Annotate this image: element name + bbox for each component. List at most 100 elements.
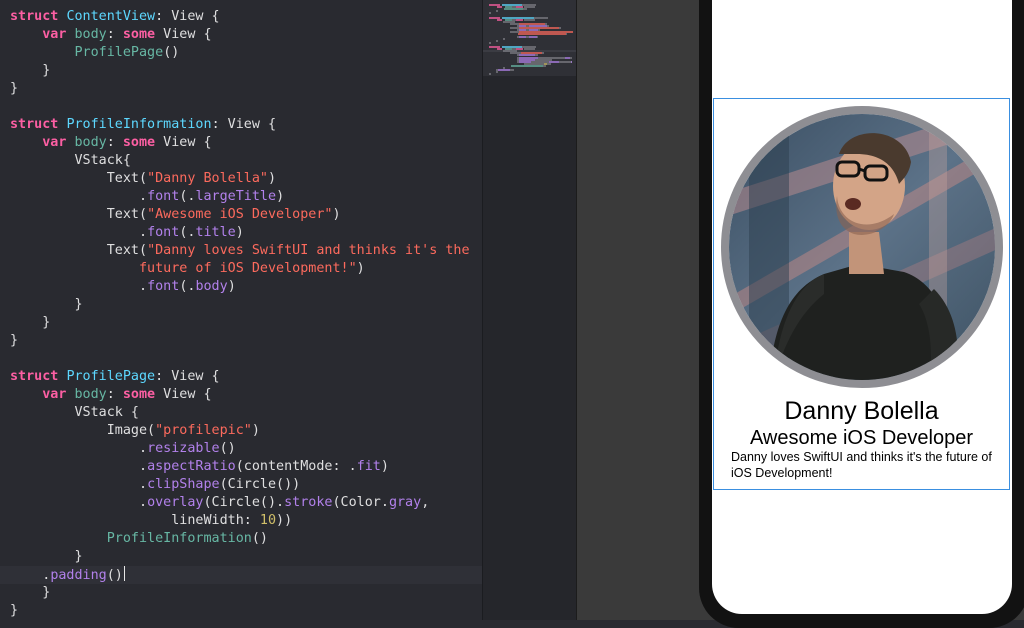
minimap-mark [569, 56, 572, 59]
minimap-mark [534, 16, 549, 19]
minimap-mark [489, 41, 491, 44]
code-token: , [421, 495, 430, 510]
code-token: : View { [211, 117, 277, 132]
code-token: struct [10, 9, 59, 24]
code-token: title [195, 225, 236, 240]
minimap-mark [542, 64, 547, 67]
code-token: } [10, 549, 83, 564]
code-token: 10 [259, 513, 277, 528]
code-token: body [74, 135, 107, 150]
code-token: VStack{ [10, 153, 131, 168]
code-token: View { [155, 27, 212, 42]
code-token: (contentMode: . [235, 459, 357, 474]
minimap-mark [515, 18, 523, 21]
code-token: body [74, 27, 107, 42]
minimap-mark [559, 60, 572, 63]
code-token: aspectRatio [147, 459, 236, 474]
code-token: } [10, 585, 51, 600]
minimap-mark [541, 52, 544, 55]
code-token: : View { [155, 369, 220, 384]
code-token: Image( [10, 423, 156, 438]
minimap-mark [547, 62, 551, 65]
code-token: font [147, 189, 180, 204]
code-line: .aspectRatio(contentMode: .fit) [10, 458, 389, 476]
code-token: } [10, 315, 51, 330]
code-token: . [10, 477, 148, 492]
code-token: (. [179, 189, 196, 204]
code-token: ) [227, 279, 236, 294]
code-token: padding [50, 568, 107, 583]
code-token: () [106, 568, 123, 583]
code-line: } [10, 296, 82, 314]
minimap-mark [565, 33, 568, 36]
minimap-mark [518, 35, 526, 38]
code-token: . [10, 279, 148, 294]
code-line: ProfilePage() [10, 44, 180, 62]
minimap-mark [497, 6, 503, 9]
code-line: lineWidth: 10)) [10, 512, 292, 530]
code-line: future of iOS Development!") [10, 260, 365, 278]
code-token: some [122, 135, 156, 150]
code-token: fit [356, 459, 381, 474]
code-line: struct ContentView: View { [10, 8, 220, 26]
code-token: some [122, 27, 156, 42]
code-token: } [10, 63, 51, 78]
code-token: () [251, 531, 268, 546]
code-line: Text("Awesome iOS Developer") [10, 206, 341, 224]
code-line: .font(.title) [10, 224, 244, 242]
code-token: body [195, 279, 228, 294]
code-line: Image("profilepic") [10, 422, 260, 440]
code-line: } [10, 332, 18, 350]
code-token: overlay [147, 495, 204, 510]
code-token: "Danny Bolella" [147, 171, 268, 186]
code-token: . [10, 459, 148, 474]
minimap-mark [524, 48, 535, 51]
code-line: Text("Danny loves SwiftUI and thinks it'… [10, 242, 470, 260]
code-token: (Color. [332, 495, 389, 510]
minimap-mark [503, 37, 505, 40]
minimap-mark [497, 18, 503, 21]
code-editor[interactable]: struct ContentView: View { var body: som… [0, 0, 482, 620]
code-token: } [10, 81, 19, 96]
code-token: body [74, 387, 107, 402]
code-token: View { [155, 135, 212, 150]
code-token: ContentView [66, 9, 156, 24]
code-token: lineWidth: [10, 513, 260, 528]
code-line: .font(.body) [10, 278, 236, 296]
code-token: ProfileInformation [66, 117, 212, 132]
code-token: . [10, 225, 148, 240]
code-line: struct ProfileInformation: View { [10, 116, 276, 134]
code-token: ) [251, 423, 260, 438]
code-line: .clipShape(Circle()) [10, 476, 300, 494]
code-token: () [163, 45, 180, 60]
code-token: VStack { [10, 405, 139, 420]
code-token: : [106, 27, 123, 42]
code-token: "Awesome iOS Developer" [147, 207, 333, 222]
code-token: ) [268, 171, 277, 186]
code-line: .font(.largeTitle) [10, 188, 284, 206]
code-token: : [106, 387, 123, 402]
code-token: some [122, 387, 156, 402]
code-line: var body: some View { [10, 386, 211, 404]
code-line: VStack { [10, 404, 139, 422]
code-token: stroke [284, 495, 333, 510]
minimap-mark [489, 73, 491, 76]
minimap-mark [559, 27, 562, 30]
code-minimap[interactable] [482, 0, 576, 620]
code-line: } [10, 584, 50, 602]
minimap-mark [524, 18, 535, 21]
code-token: . [10, 189, 148, 204]
code-line: .resizable() [10, 440, 236, 458]
code-line: } [10, 548, 83, 566]
code-token: ProfilePage [66, 369, 156, 384]
minimap-mark [511, 64, 543, 67]
code-token: )) [276, 513, 293, 528]
code-token: font [147, 279, 180, 294]
minimap-mark [510, 69, 514, 72]
code-line: struct ProfilePage: View { [10, 368, 220, 386]
